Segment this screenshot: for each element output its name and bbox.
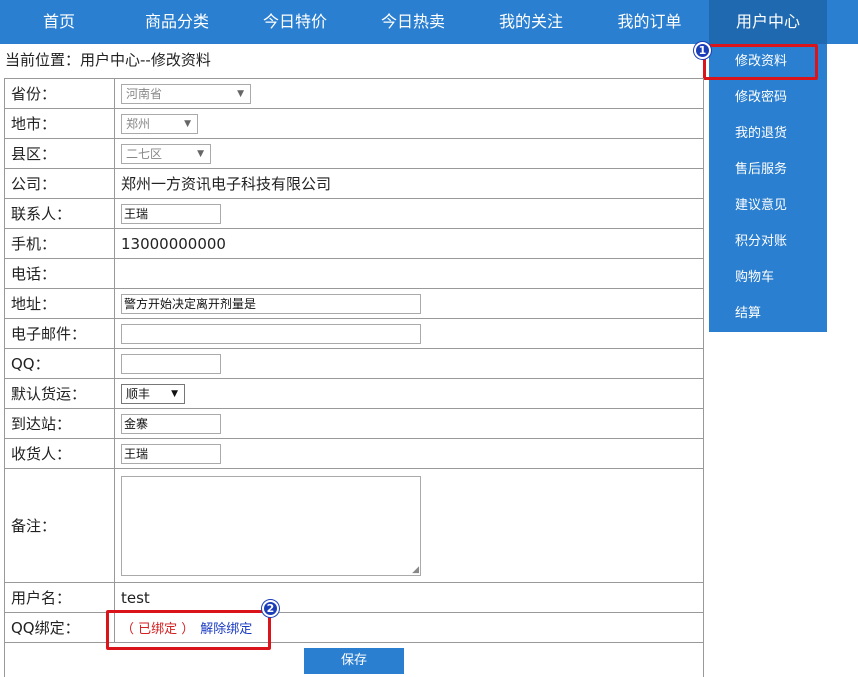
receiver-label: 收货人： [4,438,115,469]
highlight-box-1 [703,44,818,80]
top-nav: 首页 商品分类 今日特价 今日热卖 我的关注 我的订单 用户中心 [0,0,858,44]
station-input[interactable]: 金寨 [121,413,221,434]
phone-value [114,258,704,289]
phone-label: 电话： [4,258,115,289]
highlight-box-2 [106,610,271,650]
province-select[interactable]: 河南省 ▼ [121,83,251,104]
email-label: 电子邮件： [4,318,115,349]
user-center-dropdown: 修改资料 修改密码 我的退货 售后服务 建议意见 积分对账 购物车 结算 [709,44,827,332]
company-label: 公司： [4,168,115,199]
contact-label: 联系人： [4,198,115,229]
menu-after-sales[interactable]: 售后服务 [709,152,827,188]
city-select[interactable]: 郑州 ▼ [121,113,198,134]
menu-checkout[interactable]: 结算 [709,296,827,332]
email-input[interactable] [121,323,421,344]
qq-bind-label: QQ绑定： [4,612,115,643]
remark-textarea[interactable]: ◢ [121,475,421,576]
address-input[interactable]: 警方开始决定离开剂量是 [121,293,421,314]
shipping-select[interactable]: 顺丰 ▼ [121,383,185,404]
profile-form: 省份： 河南省 ▼ 地市： 郑州 ▼ 县区： 二七区 ▼ 公司： 郑州一方资讯电子科技… [4,78,704,677]
company-value: 郑州一方资讯电子科技有限公司 [114,168,704,199]
receiver-input[interactable]: 王瑞 [121,443,221,464]
address-label: 地址： [4,288,115,319]
menu-points-statement[interactable]: 积分对账 [709,224,827,260]
breadcrumb: 当前位置：用户中心--修改资料 [5,51,211,69]
qq-input[interactable] [121,353,221,374]
nav-my-orders[interactable]: 我的订单 [590,0,709,44]
save-button[interactable]: 保存 [304,647,404,674]
mobile-value: 13000000000 [114,228,704,259]
nav-home[interactable]: 首页 [0,0,118,44]
nav-categories[interactable]: 商品分类 [118,0,236,44]
step-badge-1: 1 [694,42,711,59]
nav-daily-special[interactable]: 今日特价 [236,0,354,44]
menu-change-password[interactable]: 修改密码 [709,80,827,116]
menu-suggestions[interactable]: 建议意见 [709,188,827,224]
shipping-label: 默认货运： [4,378,115,409]
nav-hot-sale[interactable]: 今日热卖 [354,0,472,44]
province-label: 省份： [4,78,115,109]
qq-label: QQ： [4,348,115,379]
station-label: 到达站： [4,408,115,439]
city-label: 地市： [4,108,115,139]
resize-grip-icon[interactable]: ◢ [412,565,419,575]
chevron-down-icon: ▼ [171,388,178,399]
contact-input[interactable]: 王瑞 [121,203,221,224]
menu-my-returns[interactable]: 我的退货 [709,116,827,152]
remark-label: 备注： [4,468,115,583]
mobile-label: 手机： [4,228,115,259]
username-value: test [114,582,704,613]
nav-my-follow[interactable]: 我的关注 [472,0,590,44]
district-label: 县区： [4,138,115,169]
chevron-down-icon: ▼ [197,148,204,159]
nav-user-center[interactable]: 用户中心 [709,0,827,44]
step-badge-2: 2 [262,600,279,617]
district-select[interactable]: 二七区 ▼ [121,143,211,164]
menu-cart[interactable]: 购物车 [709,260,827,296]
chevron-down-icon: ▼ [237,88,244,99]
username-label: 用户名： [4,582,115,613]
chevron-down-icon: ▼ [184,118,191,129]
